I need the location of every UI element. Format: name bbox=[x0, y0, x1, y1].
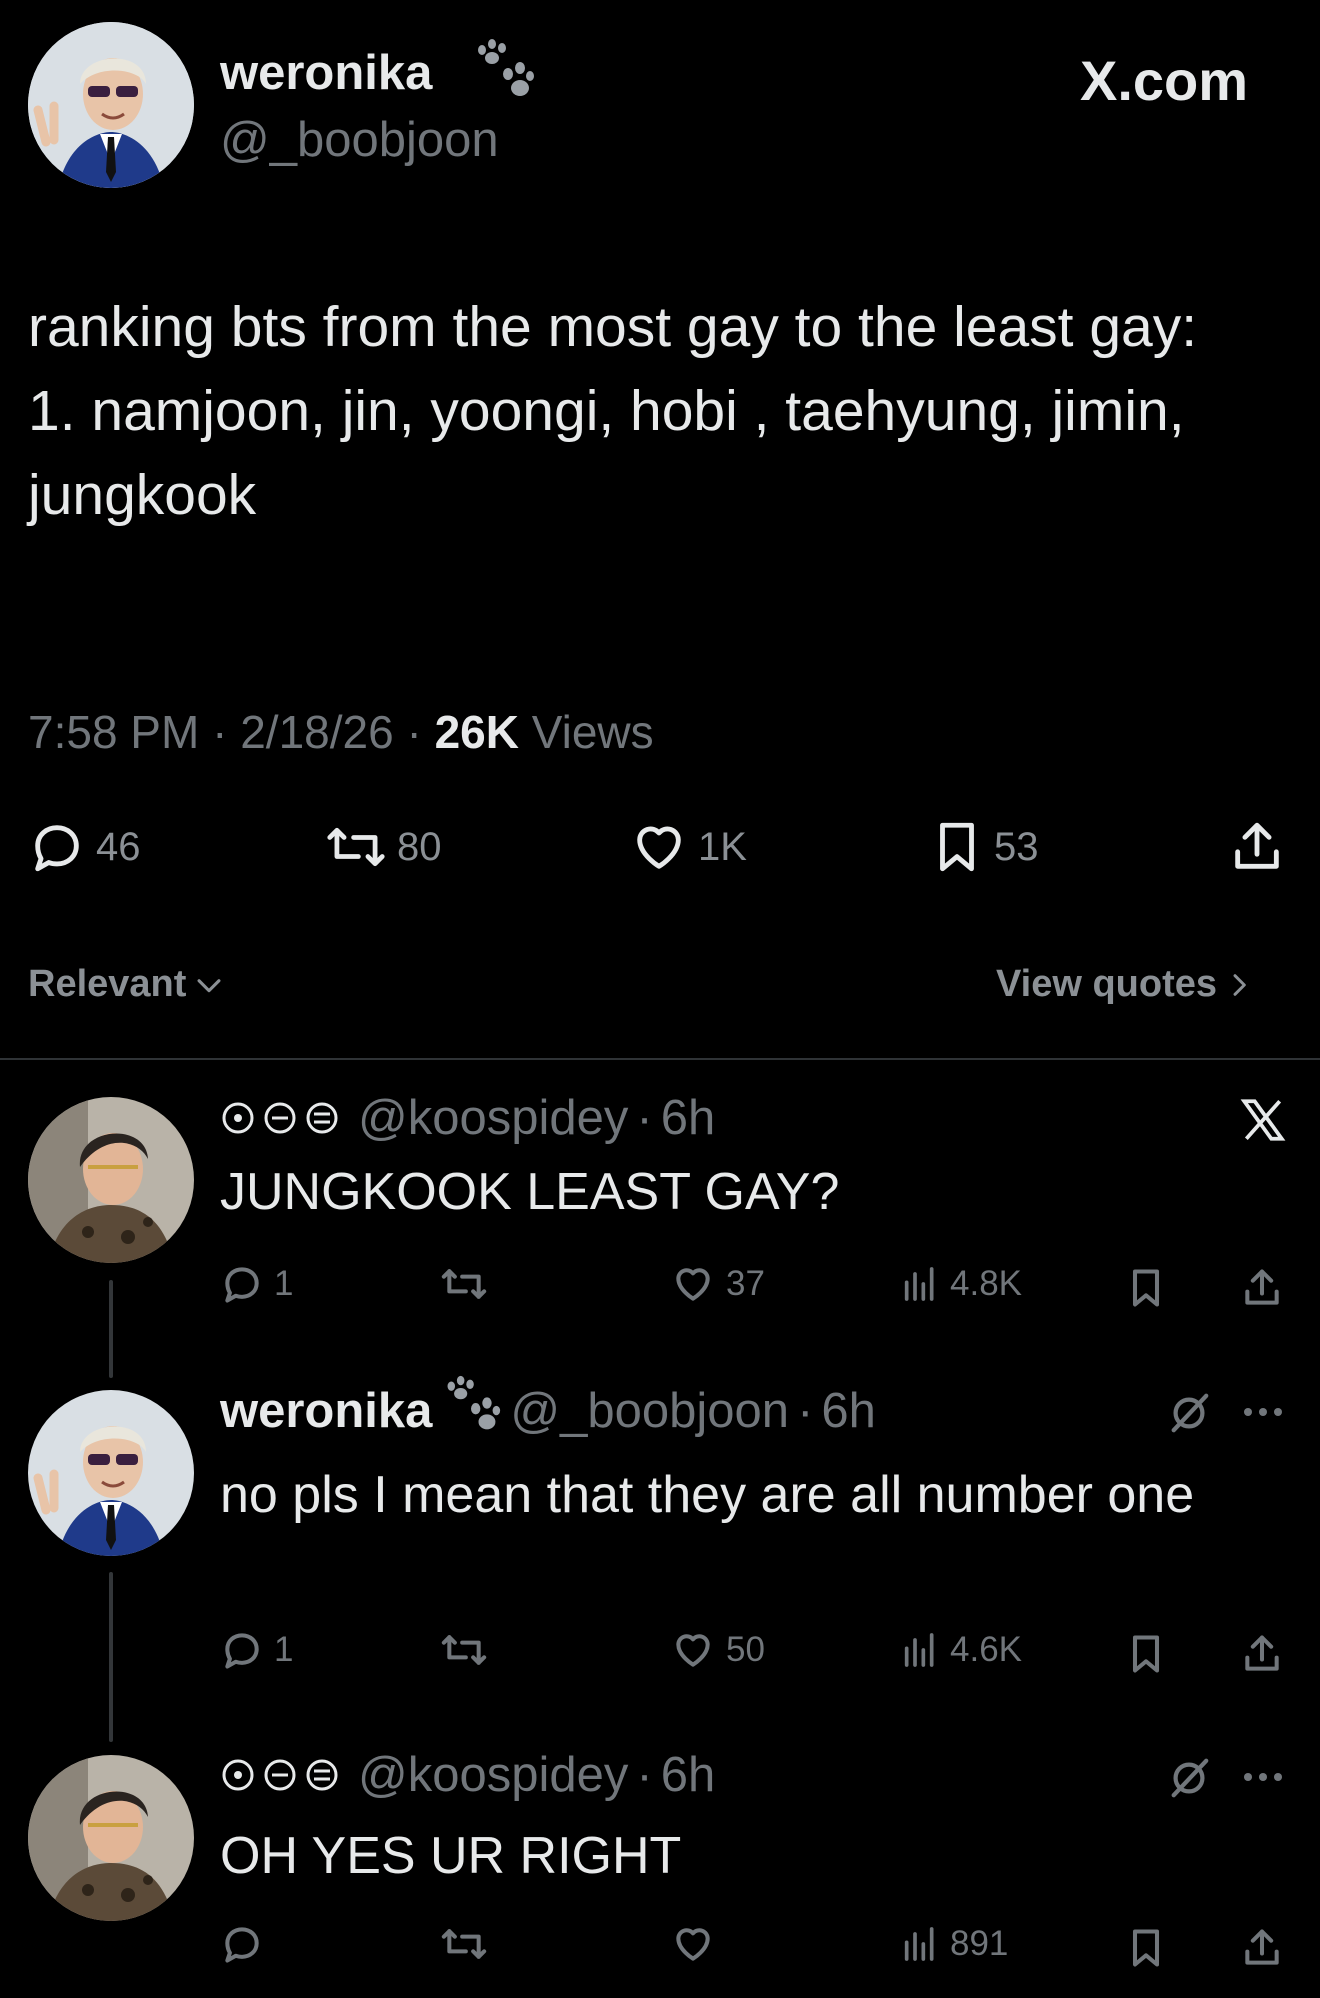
reply-icon bbox=[35, 825, 79, 872]
divider bbox=[0, 1058, 1320, 1060]
author-avatar[interactable] bbox=[28, 22, 194, 188]
heart-icon bbox=[676, 1928, 710, 1961]
reply-button[interactable]: 1 bbox=[220, 1628, 293, 1672]
thread-line bbox=[109, 1572, 113, 1742]
meta-separator: · bbox=[212, 706, 228, 758]
author-name[interactable]: weronika bbox=[220, 45, 432, 101]
repost-icon bbox=[441, 1635, 487, 1665]
reply-button[interactable] bbox=[220, 1922, 274, 1966]
chevron-right-icon bbox=[1233, 973, 1246, 996]
reply-author-name[interactable]: weronika bbox=[220, 1383, 432, 1439]
tweet-text: ranking bts from the most gay to the lea… bbox=[28, 295, 1198, 527]
heart-icon bbox=[637, 826, 681, 869]
reply-text: JUNGKOOK LEAST GAY? bbox=[220, 1163, 840, 1221]
share-icon[interactable] bbox=[1240, 1266, 1284, 1310]
x-logo-icon bbox=[1240, 1099, 1286, 1141]
reply-handle[interactable]: @koospidey bbox=[358, 1090, 628, 1146]
bookmark-count: 53 bbox=[994, 824, 1039, 869]
grok-icon[interactable] bbox=[1166, 1390, 1212, 1436]
circle-emoji-icons bbox=[222, 1102, 338, 1134]
reply-button[interactable]: 1 bbox=[220, 1262, 293, 1306]
reply-handle[interactable]: @koospidey bbox=[358, 1747, 628, 1803]
bookmark-icon[interactable] bbox=[1125, 1926, 1167, 1970]
reply-header: @koospidey · 6h bbox=[220, 1090, 715, 1146]
reply-count: 1 bbox=[274, 1630, 294, 1669]
views-button[interactable]: 4.6K bbox=[900, 1628, 1022, 1672]
repost-button[interactable] bbox=[440, 1628, 498, 1672]
sort-label: Relevant bbox=[28, 963, 187, 1005]
paw-icon bbox=[478, 39, 534, 96]
tweet-date: 2/18/26 bbox=[240, 706, 394, 758]
bookmark-button[interactable]: 53 bbox=[930, 818, 1039, 876]
share-icon[interactable] bbox=[1240, 1926, 1284, 1970]
like-button[interactable]: 50 bbox=[670, 1628, 765, 1672]
reply-time: 6h bbox=[821, 1384, 876, 1438]
views-count: 26K bbox=[434, 706, 519, 758]
views-label: Views bbox=[531, 706, 654, 758]
share-icon[interactable] bbox=[1240, 1632, 1284, 1676]
heart-icon bbox=[676, 1634, 710, 1667]
views-count: 891 bbox=[950, 1924, 1009, 1963]
repost-button[interactable] bbox=[440, 1922, 498, 1966]
analytics-icon bbox=[904, 1267, 934, 1301]
share-icon[interactable] bbox=[1228, 818, 1286, 876]
reply-avatar[interactable] bbox=[28, 1097, 194, 1263]
reply-text: no pls I mean that they are all number o… bbox=[220, 1466, 1195, 1524]
repost-icon bbox=[441, 1929, 487, 1959]
time-separator: · bbox=[797, 1384, 814, 1438]
analytics-icon bbox=[904, 1633, 934, 1667]
time-separator: · bbox=[636, 1091, 653, 1145]
more-options-icon[interactable] bbox=[1240, 1765, 1286, 1789]
repost-count: 80 bbox=[397, 824, 442, 869]
grok-icon[interactable] bbox=[1166, 1755, 1212, 1801]
circle-emoji-icons bbox=[222, 1759, 338, 1791]
chevron-down-icon bbox=[197, 978, 221, 992]
view-quotes-link[interactable]: View quotes bbox=[996, 963, 1255, 1006]
like-button[interactable]: 37 bbox=[670, 1262, 765, 1306]
repost-button[interactable] bbox=[440, 1262, 498, 1306]
reply-time: 6h bbox=[660, 1748, 716, 1802]
more-options-icon[interactable] bbox=[1240, 1400, 1286, 1424]
reply-time: 6h bbox=[660, 1091, 716, 1145]
reply-count: 1 bbox=[274, 1264, 294, 1303]
reply-icon bbox=[225, 1633, 259, 1669]
reply-icon bbox=[225, 1267, 259, 1303]
view-quotes-label: View quotes bbox=[996, 963, 1218, 1005]
reply-avatar[interactable] bbox=[28, 1755, 194, 1921]
reply-button[interactable]: 46 bbox=[28, 818, 141, 876]
tweet-meta: 7:58 PM · 2/18/26 · 26K Views bbox=[28, 705, 654, 759]
repost-icon bbox=[327, 827, 385, 867]
author-handle[interactable]: @_boobjoon bbox=[220, 112, 499, 168]
reply-handle[interactable]: @_boobjoon bbox=[510, 1383, 789, 1439]
bookmark-icon bbox=[940, 822, 974, 872]
reply-text: OH YES UR RIGHT bbox=[220, 1827, 682, 1885]
like-button[interactable] bbox=[670, 1922, 726, 1966]
reply-count: 46 bbox=[96, 824, 141, 869]
time-separator: · bbox=[636, 1748, 653, 1802]
meta-separator: · bbox=[406, 706, 422, 758]
views-button[interactable]: 891 bbox=[900, 1922, 1008, 1966]
analytics-icon bbox=[904, 1927, 934, 1961]
bookmark-icon[interactable] bbox=[1125, 1266, 1167, 1310]
site-label: X.com bbox=[1080, 49, 1249, 112]
like-count: 1K bbox=[698, 824, 747, 869]
like-button[interactable]: 1K bbox=[630, 818, 747, 876]
reply-header: @koospidey · 6h bbox=[220, 1747, 715, 1803]
views-count: 4.6K bbox=[950, 1630, 1022, 1669]
tweet-time: 7:58 PM bbox=[28, 706, 200, 758]
repost-button[interactable]: 80 bbox=[325, 818, 442, 876]
reply-header: weronika @_boobjoon · 6h bbox=[220, 1375, 876, 1439]
like-count: 37 bbox=[726, 1264, 765, 1303]
repost-icon bbox=[441, 1269, 487, 1299]
like-count: 50 bbox=[726, 1630, 765, 1669]
reply-icon bbox=[225, 1927, 259, 1963]
thread-line bbox=[109, 1280, 113, 1378]
sort-dropdown[interactable]: Relevant bbox=[28, 963, 226, 1006]
paw-icon bbox=[447, 1375, 501, 1430]
views-button[interactable]: 4.8K bbox=[900, 1262, 1022, 1306]
bookmark-icon[interactable] bbox=[1125, 1632, 1167, 1676]
reply-avatar[interactable] bbox=[28, 1390, 194, 1556]
heart-icon bbox=[676, 1268, 710, 1301]
views-count: 4.8K bbox=[950, 1264, 1022, 1303]
